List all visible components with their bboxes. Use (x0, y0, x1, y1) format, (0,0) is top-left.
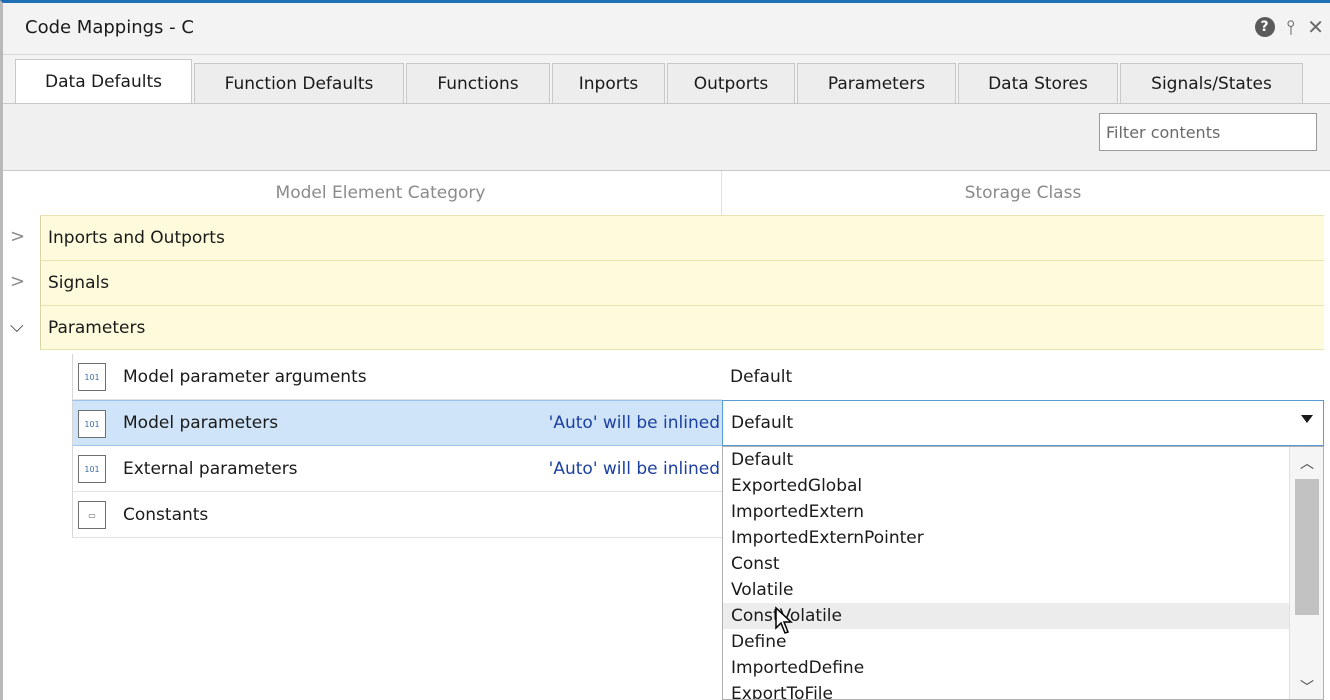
column-header-category[interactable]: Model Element Category (40, 171, 721, 215)
row-label: Constants (123, 504, 209, 525)
option-export-to-file[interactable]: ExportToFile (723, 681, 1289, 699)
inline-note: 'Auto' will be inlined (548, 413, 720, 433)
tab-function-defaults[interactable]: Function Defaults (194, 63, 404, 103)
external-parameter-icon: 101 (78, 455, 106, 483)
group-label: Signals (48, 273, 110, 293)
tab-functions[interactable]: Functions (406, 63, 550, 103)
storage-class-options-list: Default ExportedGlobal ImportedExtern Im… (722, 446, 1324, 700)
row-model-parameters[interactable]: 101 Model parameters 'Auto' will be inli… (72, 400, 722, 446)
dropdown-scrollbar[interactable]: ︿ ﹀ (1289, 447, 1323, 699)
model-parameter-icon: 101 (78, 363, 106, 391)
option-volatile[interactable]: Volatile (723, 577, 1289, 603)
chevron-right-icon[interactable]: > (10, 226, 25, 247)
dropdown-selected-value: Default (731, 413, 794, 433)
help-icon[interactable]: ? (1254, 17, 1275, 37)
tab-signals-states[interactable]: Signals/States (1120, 63, 1303, 103)
window-title: Code Mappings - C (25, 17, 194, 38)
tab-outports[interactable]: Outports (667, 63, 795, 103)
option-exported-global[interactable]: ExportedGlobal (723, 473, 1289, 499)
storage-class-cell[interactable]: Default (722, 354, 1324, 400)
option-imported-define[interactable]: ImportedDefine (723, 655, 1289, 681)
dropdown-arrow-icon[interactable] (1301, 415, 1313, 423)
group-parameters[interactable]: Parameters (40, 305, 1324, 350)
tab-strip: Data Defaults Function Defaults Function… (3, 55, 1330, 104)
group-label: Parameters (48, 317, 146, 338)
row-label: External parameters (123, 458, 298, 479)
row-external-parameters[interactable]: 101 External parameters 'Auto' will be i… (72, 446, 722, 492)
option-imported-extern[interactable]: ImportedExtern (723, 499, 1289, 525)
column-header-storage-class[interactable]: Storage Class (722, 171, 1324, 215)
row-model-parameter-arguments[interactable]: 101 Model parameter arguments (72, 354, 722, 400)
close-icon[interactable]: ✕ (1307, 17, 1324, 37)
pin-icon[interactable]: ⫯ (1287, 17, 1296, 37)
constant-icon: ▭ (78, 501, 106, 529)
option-imported-extern-pointer[interactable]: ImportedExternPointer (723, 525, 1289, 551)
row-label: Model parameter arguments (123, 366, 367, 387)
option-const-volatile[interactable]: ConstVolatile (723, 603, 1289, 629)
tab-parameters[interactable]: Parameters (797, 63, 956, 103)
toolbar (3, 103, 1330, 171)
chevron-down-icon[interactable]: ⌵ (10, 316, 24, 337)
title-bar: Code Mappings - C ? ⫯ ✕ (3, 3, 1330, 55)
group-inports-and-outports[interactable]: Inports and Outports (40, 215, 1324, 260)
scrollbar-thumb[interactable] (1295, 479, 1319, 615)
tab-data-defaults[interactable]: Data Defaults (15, 59, 192, 104)
inline-note: 'Auto' will be inlined (548, 458, 720, 479)
option-define[interactable]: Define (723, 629, 1289, 655)
group-label: Inports and Outports (48, 228, 225, 248)
tab-data-stores[interactable]: Data Stores (958, 63, 1118, 103)
model-parameter-icon: 101 (78, 410, 106, 438)
scroll-down-icon[interactable]: ﹀ (1299, 677, 1315, 697)
filter-contents-input[interactable] (1099, 113, 1317, 151)
option-default[interactable]: Default (723, 447, 1289, 473)
mouse-pointer-icon (775, 606, 793, 634)
storage-class-dropdown[interactable]: Default (722, 400, 1324, 446)
option-const[interactable]: Const (723, 551, 1289, 577)
title-bar-icons: ? ⫯ ✕ (1254, 17, 1324, 37)
tab-inports[interactable]: Inports (552, 63, 665, 103)
chevron-right-icon[interactable]: > (10, 271, 25, 292)
scroll-up-icon[interactable]: ︿ (1299, 453, 1315, 473)
group-signals[interactable]: Signals (40, 260, 1324, 305)
row-label: Model parameters (123, 413, 279, 433)
row-constants[interactable]: ▭ Constants (72, 492, 722, 538)
